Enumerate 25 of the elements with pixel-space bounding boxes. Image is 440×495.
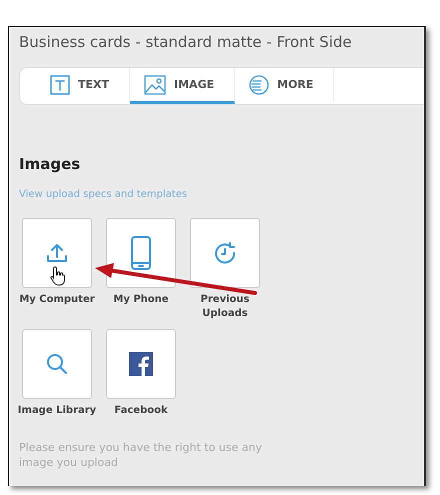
tab[interactable]: MORE <box>235 68 334 104</box>
facebook-icon <box>129 352 153 376</box>
source-label: Image Library <box>17 404 97 418</box>
section-heading: Images <box>19 155 82 173</box>
tab[interactable]: IMAGE <box>130 68 236 104</box>
tab[interactable]: TEXT <box>36 68 130 104</box>
hand-cursor-icon <box>50 266 66 286</box>
image-icon <box>144 74 166 94</box>
rights-notice: Please ensure you have the right to use any image you upload <box>19 440 263 470</box>
window-title: Business cards - standard matte - Front Side <box>19 33 353 51</box>
phone-icon <box>130 235 152 271</box>
source-tile[interactable] <box>106 218 176 288</box>
source-label: Previous Uploads <box>200 293 250 321</box>
source-label: My Computer <box>18 293 96 307</box>
source-tile[interactable] <box>106 329 176 399</box>
source-label: My Phone <box>112 293 170 307</box>
text-icon <box>50 74 70 94</box>
list-circle-icon <box>249 74 270 94</box>
source-tile[interactable] <box>190 218 260 288</box>
source-tile[interactable] <box>22 329 92 399</box>
search-icon <box>46 353 68 375</box>
upload-icon <box>45 241 69 265</box>
history-icon <box>213 241 237 265</box>
source-tile[interactable] <box>22 218 92 288</box>
source-label: Facebook <box>113 404 169 418</box>
